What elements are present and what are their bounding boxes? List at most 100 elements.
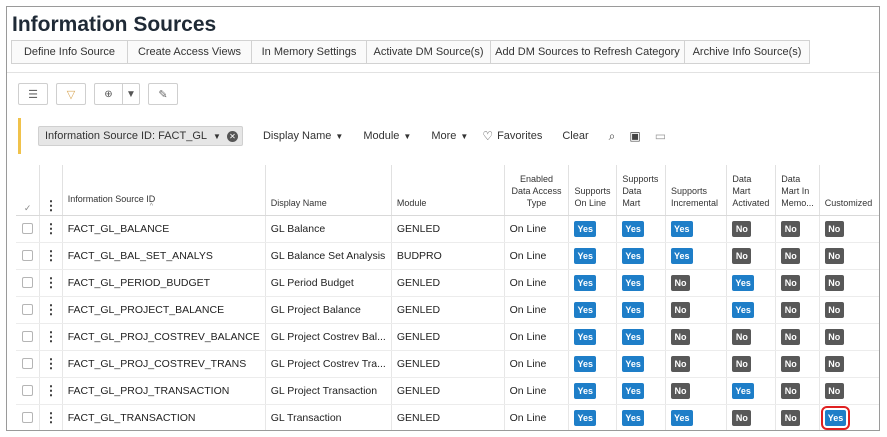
- edit-button[interactable]: ✎: [148, 83, 178, 105]
- col-info-source-id[interactable]: Information Source ID ^: [61, 165, 266, 216]
- display-name-cell: GL Project Transaction: [264, 377, 392, 405]
- datamart-cell: Yes: [616, 377, 666, 405]
- kebab-icon[interactable]: ⋮: [44, 275, 57, 290]
- row-checkbox[interactable]: [22, 358, 34, 370]
- chevron-down-icon: ▼: [403, 131, 412, 141]
- inmemory-cell: No: [775, 296, 820, 324]
- row-checkbox[interactable]: [22, 223, 34, 235]
- online-cell: Yes: [568, 242, 617, 270]
- kebab-icon[interactable]: ⋮: [44, 410, 57, 425]
- online-cell: Yes: [568, 296, 617, 324]
- in-memory-settings-button[interactable]: In Memory Settings: [251, 40, 367, 64]
- col-supports-online[interactable]: Supports On Line: [568, 165, 617, 216]
- row-checkbox[interactable]: [22, 412, 34, 424]
- table-row[interactable]: ⋮ FACT_GL_PERIOD_BUDGET GL Period Budget GE…: [16, 269, 879, 297]
- status-badge: Yes: [671, 220, 693, 237]
- group-icon[interactable]: ⊕: [95, 84, 123, 104]
- kebab-icon[interactable]: ⋮: [44, 356, 57, 371]
- row-checkbox[interactable]: [22, 277, 34, 289]
- row-checkbox[interactable]: [22, 331, 34, 343]
- status-badge: No: [732, 328, 752, 345]
- activated-cell: No: [726, 404, 776, 430]
- row-select-cell: [16, 350, 40, 378]
- customized-cell: No: [818, 377, 879, 405]
- display-name-cell: GL Project Costrev Tra...: [264, 350, 392, 378]
- heart-icon: ♡: [482, 129, 494, 143]
- status-badge: Yes: [622, 220, 644, 237]
- status-badge: Yes: [574, 328, 596, 345]
- kebab-icon[interactable]: ⋮: [44, 248, 57, 263]
- filter-button[interactable]: ▽: [56, 83, 86, 105]
- create-access-views-button[interactable]: Create Access Views: [127, 40, 252, 64]
- chevron-down-icon[interactable]: ▼: [123, 84, 139, 104]
- row-checkbox[interactable]: [22, 304, 34, 316]
- col-enabled-access-type[interactable]: Enabled Data Access Type: [503, 165, 569, 216]
- kebab-icon[interactable]: ⋮: [44, 302, 57, 317]
- chevron-down-icon[interactable]: ▼: [213, 132, 221, 141]
- access-type-cell: On Line: [503, 215, 569, 243]
- status-badge: Yes: [732, 382, 754, 399]
- activated-cell: Yes: [726, 296, 776, 324]
- status-badge: No: [781, 382, 801, 399]
- module-cell: BUDPRO: [390, 242, 505, 270]
- table-row[interactable]: ⋮ FACT_GL_BAL_SET_ANALYS GL Balance Set An…: [16, 242, 879, 270]
- row-select-cell: [16, 404, 40, 430]
- select-all-header[interactable]: ✓: [16, 165, 40, 216]
- col-supports-incremental[interactable]: Supports Incremental: [664, 165, 727, 216]
- kebab-icon[interactable]: ⋮: [44, 383, 57, 398]
- customized-cell: Yes: [818, 404, 879, 430]
- clear-button[interactable]: Clear: [562, 130, 588, 142]
- row-menu-cell: ⋮: [39, 242, 63, 270]
- display-name-filter[interactable]: Display Name ▼: [263, 130, 343, 142]
- group-by-split-button: ⊕ ▼: [94, 83, 140, 105]
- kebab-icon[interactable]: ⋮: [44, 221, 57, 236]
- col-module[interactable]: Module: [390, 165, 505, 216]
- table-row[interactable]: ⋮ FACT_GL_PROJ_TRANSACTION GL Project Tran…: [16, 377, 879, 405]
- activated-cell: Yes: [726, 269, 776, 297]
- status-badge: No: [671, 328, 690, 345]
- info-source-id-cell: FACT_GL_PROJ_TRANSACTION: [61, 377, 266, 405]
- customized-cell: No: [818, 269, 879, 297]
- col-dm-activated[interactable]: Data Mart Activated: [726, 165, 776, 216]
- page-title: Information Sources: [12, 13, 217, 36]
- define-info-source-button[interactable]: Define Info Source: [11, 40, 128, 64]
- table-row[interactable]: ⋮ FACT_GL_BALANCE GL Balance GENLED On Line Y…: [16, 215, 879, 243]
- col-display-name[interactable]: Display Name: [264, 165, 392, 216]
- table-row[interactable]: ⋮ FACT_GL_PROJECT_BALANCE GL Project Balan…: [16, 296, 879, 324]
- more-filters[interactable]: More ▼: [431, 130, 468, 142]
- filter-chip[interactable]: Information Source ID: FACT_GL ▼ ✕: [38, 126, 243, 146]
- module-cell: GENLED: [390, 269, 505, 297]
- table-row[interactable]: ⋮ FACT_GL_TRANSACTION GL Transaction GENLED…: [16, 404, 879, 430]
- online-cell: Yes: [568, 215, 617, 243]
- datamart-cell: Yes: [616, 242, 666, 270]
- activate-dm-sources-button[interactable]: Activate DM Source(s): [366, 40, 491, 64]
- incremental-cell: No: [664, 296, 727, 324]
- status-badge: Yes: [622, 409, 644, 426]
- sort-asc-icon: ^: [149, 202, 154, 210]
- status-badge: Yes: [574, 274, 596, 291]
- add-dm-sources-to-refresh-category-button[interactable]: Add DM Sources to Refresh Category: [490, 40, 685, 64]
- favorites-button[interactable]: ♡ Favorites: [482, 129, 542, 143]
- list-view-button[interactable]: ☰: [18, 83, 48, 105]
- inmemory-cell: No: [775, 323, 820, 351]
- status-badge: Yes: [622, 274, 644, 291]
- table-row[interactable]: ⋮ FACT_GL_PROJ_COSTREV_TRANS GL Project Co…: [16, 350, 879, 378]
- module-filter[interactable]: Module ▼: [363, 130, 411, 142]
- column-options-header[interactable]: ⋮: [39, 165, 63, 216]
- edit-icon: ✎: [158, 88, 168, 101]
- row-checkbox[interactable]: [22, 250, 34, 262]
- save-search-button[interactable]: ▣: [629, 129, 640, 143]
- row-checkbox[interactable]: [22, 385, 34, 397]
- status-badge: Yes: [622, 328, 644, 345]
- kebab-icon[interactable]: ⋮: [44, 329, 57, 344]
- col-customized[interactable]: Customized: [818, 165, 879, 216]
- table-row[interactable]: ⋮ FACT_GL_PROJ_COSTREV_BALANCE GL Project …: [16, 323, 879, 351]
- display-name-cell: GL Balance Set Analysis: [264, 242, 392, 270]
- col-supports-data-mart[interactable]: Supports Data Mart: [616, 165, 666, 216]
- col-dm-in-memory[interactable]: Data Mart In Memo...: [775, 165, 820, 216]
- archive-info-sources-button[interactable]: Archive Info Source(s): [684, 40, 810, 64]
- remove-filter-icon[interactable]: ✕: [226, 130, 238, 142]
- status-badge: Yes: [622, 301, 644, 318]
- open-search-button[interactable]: ▭: [655, 129, 666, 143]
- search-button[interactable]: ⌕: [609, 129, 616, 144]
